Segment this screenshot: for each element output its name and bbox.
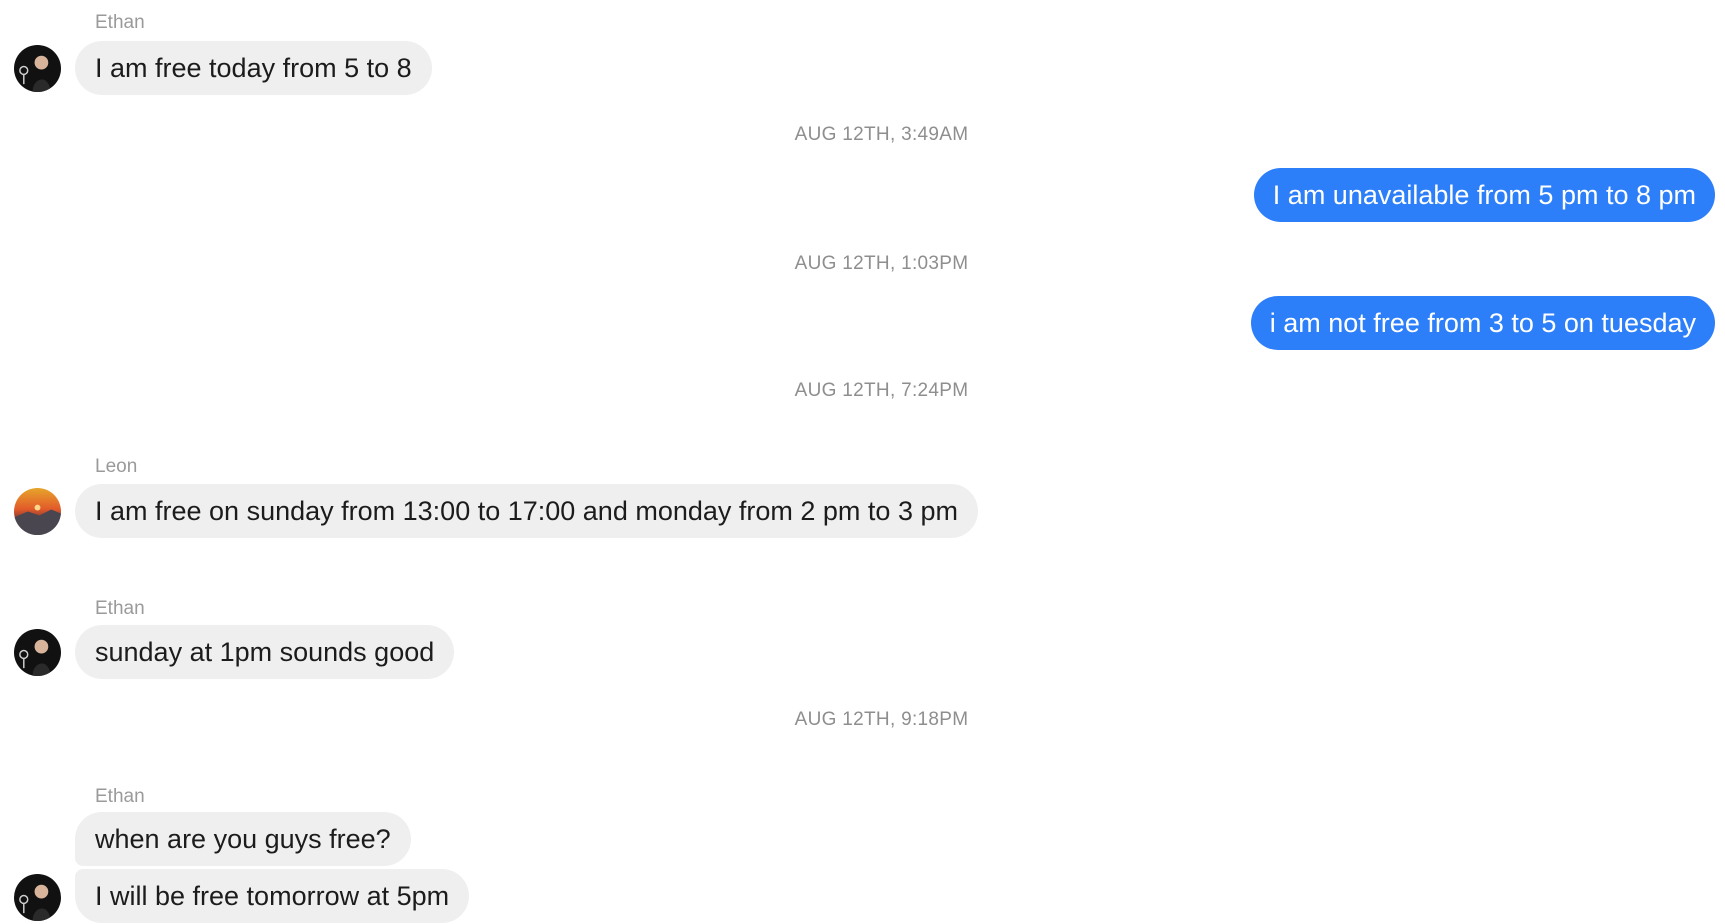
chat-thread: Ethan I am free today from 5 to 8 AUG 12… bbox=[0, 0, 1725, 924]
message-bubble[interactable]: sunday at 1pm sounds good bbox=[75, 625, 455, 679]
sender-name: Ethan bbox=[95, 786, 145, 807]
ethan-avatar[interactable] bbox=[14, 629, 61, 676]
sender-name: Ethan bbox=[95, 598, 145, 619]
ethan-avatar[interactable] bbox=[14, 45, 61, 92]
message-bubble[interactable]: I will be free tomorrow at 5pm bbox=[75, 869, 470, 923]
message-bubble-outgoing[interactable]: i am not free from 3 to 5 on tuesday bbox=[1250, 296, 1715, 350]
ethan-avatar[interactable] bbox=[14, 874, 61, 921]
message-bubble-outgoing[interactable]: I am unavailable from 5 pm to 8 pm bbox=[1253, 168, 1715, 222]
message-bubble[interactable]: I am free today from 5 to 8 bbox=[75, 41, 432, 95]
timestamp: AUG 12TH, 3:49AM bbox=[794, 124, 969, 145]
leon-avatar[interactable] bbox=[14, 488, 61, 535]
message-bubble[interactable]: when are you guys free? bbox=[75, 812, 411, 866]
message-bubble[interactable]: I am free on sunday from 13:00 to 17:00 … bbox=[75, 484, 978, 538]
sender-name: Ethan bbox=[95, 12, 145, 33]
timestamp: AUG 12TH, 1:03PM bbox=[794, 253, 969, 274]
timestamp: AUG 12TH, 9:18PM bbox=[794, 709, 969, 730]
timestamp: AUG 12TH, 7:24PM bbox=[794, 380, 969, 401]
sender-name: Leon bbox=[95, 456, 138, 477]
